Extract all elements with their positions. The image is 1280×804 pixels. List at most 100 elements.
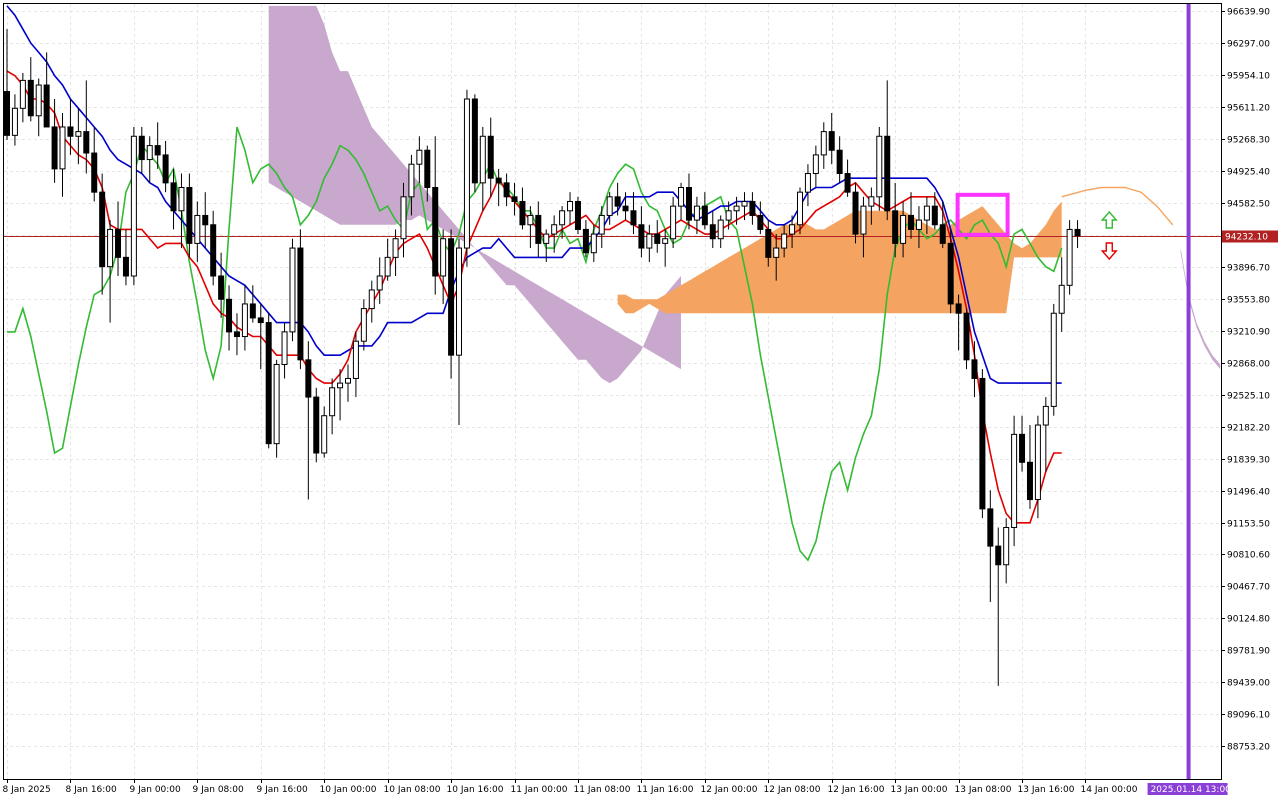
candle-body — [1034, 424, 1041, 501]
candle-body — [107, 228, 114, 268]
candle-body — [820, 131, 827, 156]
y-tick-label: 94925.40 — [1227, 168, 1270, 178]
candle-body — [35, 84, 42, 117]
candle-body — [249, 303, 256, 319]
x-tick-label: 13 Jan 16:00 — [1018, 785, 1075, 795]
candle-body — [622, 205, 629, 212]
x-tick-label: 12 Jan 16:00 — [828, 785, 885, 795]
candle-body — [83, 131, 90, 154]
candle-body — [27, 79, 34, 117]
x-tick-label: 12 Jan 08:00 — [764, 785, 821, 795]
x-tick-label: 12 Jan 00:00 — [701, 785, 758, 795]
y-tick-label: 91153.50 — [1227, 520, 1270, 530]
candle-body — [733, 205, 740, 212]
candle-body — [186, 187, 193, 244]
x-tick-label: 8 Jan 2025 — [3, 785, 51, 795]
candle-body — [749, 200, 756, 216]
candle-body — [487, 135, 494, 179]
y-tick-label: 90467.70 — [1227, 583, 1270, 593]
candle-body — [67, 126, 74, 137]
candle-body — [456, 247, 463, 356]
candle-body — [178, 187, 185, 212]
y-tick-label: 92525.10 — [1227, 392, 1270, 402]
candle-body — [1066, 228, 1073, 286]
candle-body — [122, 256, 129, 277]
candle-body — [606, 196, 613, 216]
candle-body — [717, 219, 724, 240]
candle-body — [297, 247, 304, 361]
candle-body — [844, 173, 851, 193]
y-tick-label: 88753.20 — [1227, 743, 1270, 753]
candle-body — [59, 126, 66, 170]
candle-body — [1019, 433, 1026, 463]
y-tick-label: 90124.80 — [1227, 615, 1270, 625]
candle-body — [963, 312, 970, 361]
candle-body — [170, 182, 177, 212]
chart-svg: 96639.90 96297.00 95954.10 95611.20 95268.30… — [0, 0, 1280, 800]
candle-body — [876, 135, 883, 198]
candle-body — [281, 331, 288, 365]
candle-body — [900, 214, 907, 244]
current-price-label: 94232.10 — [1225, 233, 1268, 243]
x-tick-label: 11 Jan 08:00 — [574, 785, 631, 795]
candle-body — [852, 191, 859, 235]
candle-body — [995, 545, 1002, 566]
y-tick-label: 96297.00 — [1227, 40, 1270, 50]
candle-body — [416, 149, 423, 165]
candle-body — [1050, 312, 1057, 407]
candle-body — [424, 149, 431, 189]
candle-body — [154, 145, 161, 156]
candle-body — [939, 224, 946, 244]
y-tick-label: 92182.20 — [1227, 424, 1270, 434]
candle-body — [75, 131, 82, 137]
candle-body — [194, 214, 201, 244]
candle-body — [1058, 284, 1065, 314]
candle-body — [915, 219, 922, 230]
candle-body — [884, 135, 891, 212]
candle-body — [495, 177, 502, 184]
candle-body — [630, 210, 637, 226]
y-tick-label: 90810.60 — [1227, 551, 1270, 561]
candle-body — [836, 149, 843, 175]
candle-body — [43, 84, 50, 128]
candle-body — [804, 173, 811, 193]
candle-body — [11, 107, 18, 136]
candle-body — [789, 224, 796, 235]
candle-body — [781, 233, 788, 249]
candle-body — [408, 163, 415, 198]
candle-body — [923, 205, 930, 221]
candle-body — [479, 135, 486, 184]
candle-body — [678, 187, 685, 207]
x-tick-label: 9 Jan 08:00 — [193, 785, 245, 795]
candle-body — [146, 145, 153, 161]
x-tick-label: 10 Jan 00:00 — [320, 785, 377, 795]
y-tick-label: 94582.50 — [1227, 200, 1270, 210]
candle-body — [463, 98, 470, 249]
candle-body — [210, 224, 217, 277]
x-tick-label: 11 Jan 16:00 — [637, 785, 694, 795]
candle-body — [392, 238, 399, 258]
candle-body — [471, 98, 478, 184]
candle-body — [51, 126, 58, 170]
x-tick-label: 10 Jan 08:00 — [384, 785, 441, 795]
y-tick-label: 95954.10 — [1227, 72, 1270, 82]
candle-body — [313, 396, 320, 454]
candle-body — [947, 242, 954, 305]
x-tick-label: 14 Jan 00:00 — [1081, 785, 1138, 795]
candle-body — [662, 238, 669, 244]
candle-body — [693, 205, 700, 221]
candle-body — [757, 214, 764, 230]
candle-body — [828, 131, 835, 151]
y-tick-label: 96639.90 — [1227, 8, 1270, 18]
candle-body — [987, 508, 994, 547]
candle-body — [971, 359, 978, 379]
y-tick-label: 93553.80 — [1227, 296, 1270, 306]
candle-body — [1026, 461, 1033, 501]
candle-body — [226, 298, 233, 333]
candle-body — [1011, 433, 1018, 528]
candle-body — [709, 224, 716, 240]
candle-body — [130, 135, 137, 277]
y-tick-label: 93210.90 — [1227, 328, 1270, 338]
candle-body — [344, 377, 351, 384]
x-tick-label: 11 Jan 00:00 — [511, 785, 568, 795]
